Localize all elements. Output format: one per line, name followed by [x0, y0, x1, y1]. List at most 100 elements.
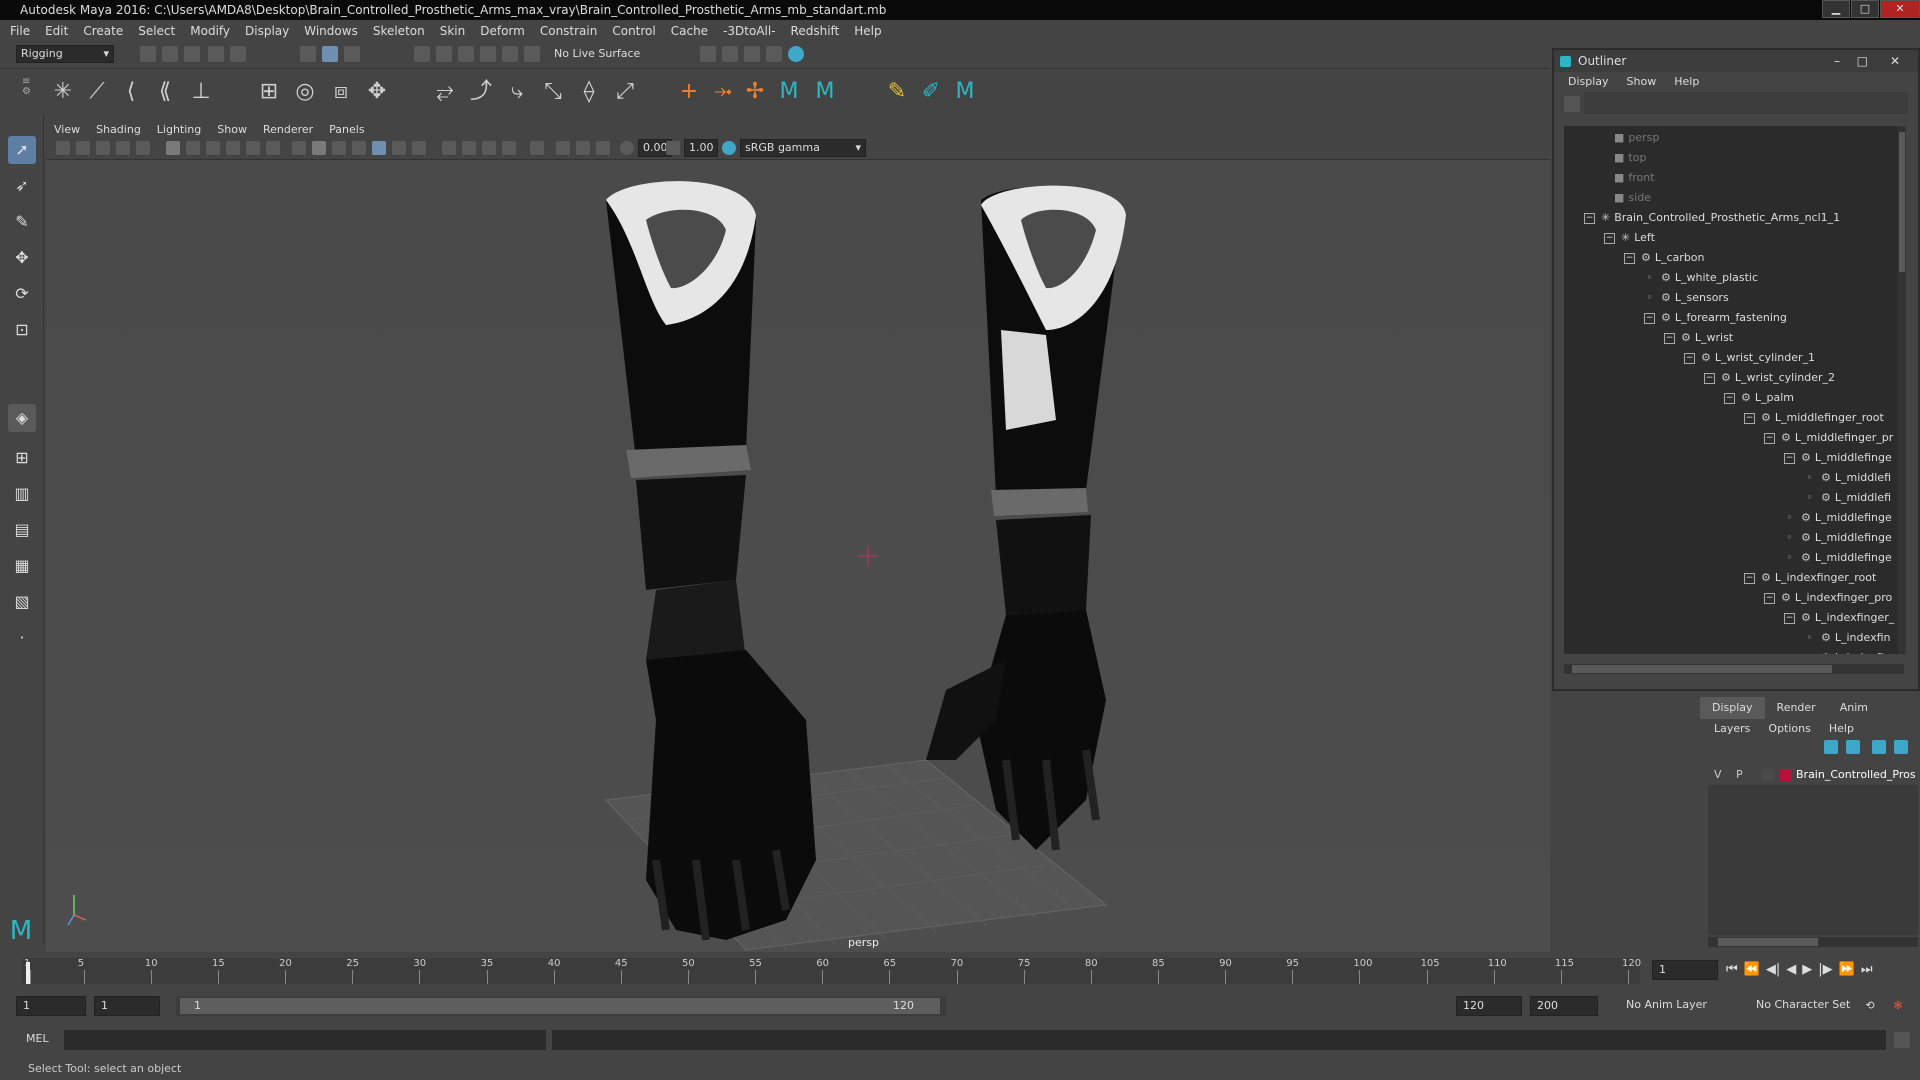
- snap-surface-icon[interactable]: [502, 46, 518, 62]
- exposure-icon[interactable]: [620, 141, 634, 155]
- playback-end-field[interactable]: 120: [1456, 996, 1522, 1016]
- gamma-field[interactable]: 1.00: [684, 139, 718, 157]
- move-layer-down-icon[interactable]: [1846, 740, 1860, 754]
- scale-constraint-icon[interactable]: ⤡: [540, 79, 566, 105]
- play-forwards-icon[interactable]: ▶: [1802, 962, 1812, 977]
- outliner-tree[interactable]: ■ persp ■ top ■ front ■ side − ✳ Brain_Controlled_…: [1564, 126, 1904, 654]
- time-slider[interactable]: 1510152025303540455055606570758085909510…: [0, 952, 1920, 988]
- menu-modify[interactable]: Modify: [190, 24, 230, 38]
- layer-hscrollbar[interactable]: [1708, 937, 1918, 947]
- isolate-select-icon[interactable]: [530, 141, 544, 155]
- outliner-item[interactable]: − ⚙ L_indexfinger_pro: [1764, 588, 1892, 608]
- camera-select-icon[interactable]: [56, 141, 70, 155]
- menu-redshift[interactable]: Redshift: [791, 24, 840, 38]
- layer-menu-help[interactable]: Help: [1829, 722, 1854, 735]
- image-plane-icon[interactable]: [116, 141, 130, 155]
- new-layer-selected-icon[interactable]: [1894, 740, 1908, 754]
- maya-m-icon-1[interactable]: M: [776, 79, 802, 105]
- auto-key-icon[interactable]: ⟲: [1862, 998, 1878, 1014]
- outliner-item[interactable]: ◦ ⚙ L_middlefi: [1804, 488, 1891, 508]
- outliner-item[interactable]: ■ front: [1608, 168, 1655, 188]
- use-all-lights-icon[interactable]: [392, 141, 406, 155]
- collapse-toggle-icon[interactable]: −: [1704, 372, 1715, 384]
- select-hierarchy-icon[interactable]: [300, 46, 316, 62]
- collapse-toggle-icon[interactable]: −: [1604, 232, 1615, 244]
- four-view-layout-icon[interactable]: ⊞: [8, 444, 36, 472]
- point-constraint-icon[interactable]: ⥂: [432, 79, 458, 105]
- menu-file[interactable]: File: [10, 24, 30, 38]
- field-chart-icon[interactable]: [246, 141, 260, 155]
- smooth-shade-icon[interactable]: [312, 141, 326, 155]
- minimize-icon[interactable]: –: [1834, 50, 1840, 72]
- outliner-item[interactable]: − ✳ Left: [1604, 228, 1655, 248]
- tab-display[interactable]: Display: [1700, 697, 1765, 719]
- create-joint-icon[interactable]: ✳: [50, 79, 76, 105]
- ik-spline-icon[interactable]: ⟨: [118, 79, 144, 105]
- xray-joints-icon[interactable]: [576, 141, 590, 155]
- outliner-item[interactable]: ◦ ⚙ L_middlefi: [1804, 468, 1891, 488]
- outliner-item[interactable]: − ⚙ L_palm: [1724, 388, 1794, 408]
- hypershade-icon[interactable]: [766, 46, 782, 62]
- outliner-search-input[interactable]: [1584, 92, 1908, 114]
- maya-m-icon-3[interactable]: M: [952, 79, 978, 105]
- viewport-persp[interactable]: persp: [46, 160, 1550, 952]
- menu-edit[interactable]: Edit: [45, 24, 68, 38]
- maximize-icon[interactable]: □: [1857, 50, 1868, 72]
- menu-control[interactable]: Control: [612, 24, 655, 38]
- snap-point-icon[interactable]: [458, 46, 474, 62]
- scale-tool-icon[interactable]: ⊡: [8, 316, 36, 344]
- outliner-item[interactable]: ◦ ⚙L_indexfin: [1804, 628, 1890, 648]
- cluster-icon[interactable]: ✥: [364, 79, 390, 105]
- render-view-icon[interactable]: [788, 46, 804, 62]
- lasso-tool-icon[interactable]: ➶: [8, 172, 36, 200]
- layer-reference-toggle[interactable]: [1762, 769, 1774, 781]
- play-backwards-icon[interactable]: ◀: [1786, 962, 1796, 977]
- collapse-toggle-icon[interactable]: −: [1584, 212, 1595, 224]
- viewport-menu-shading[interactable]: Shading: [96, 123, 141, 136]
- collapse-toggle-icon[interactable]: −: [1764, 432, 1775, 444]
- go-to-start-icon[interactable]: ⏮: [1726, 962, 1738, 977]
- outliner-item[interactable]: − ⚙ L_middlefinge: [1784, 448, 1892, 468]
- step-back-key-icon[interactable]: ⏪: [1744, 962, 1760, 977]
- locator-icon[interactable]: +: [676, 79, 702, 105]
- outliner-item[interactable]: ◦ ⚙ L_white_plastic: [1644, 268, 1758, 288]
- hypershade-layout-icon[interactable]: ▧: [8, 588, 36, 616]
- range-slider[interactable]: 1 120: [176, 996, 946, 1016]
- open-scene-icon[interactable]: [162, 46, 178, 62]
- grid-toggle-icon[interactable]: [166, 141, 180, 155]
- collapse-toggle-icon[interactable]: −: [1744, 572, 1755, 584]
- xray-components-icon[interactable]: [596, 141, 610, 155]
- preferences-icon[interactable]: ✻: [1890, 998, 1906, 1014]
- close-icon[interactable]: ✕: [1890, 50, 1900, 72]
- character-set-dropdown[interactable]: No Character Set: [1752, 997, 1870, 1015]
- maximize-button[interactable]: □: [1851, 0, 1879, 18]
- close-button[interactable]: ✕: [1880, 0, 1920, 18]
- anim-layer-dropdown[interactable]: No Anim Layer: [1622, 997, 1742, 1015]
- outliner-item[interactable]: − ⚙ L_wrist_cylinder_1: [1684, 348, 1815, 368]
- menu-constrain[interactable]: Constrain: [540, 24, 598, 38]
- film-gate-icon[interactable]: [186, 141, 200, 155]
- viewport-menu-show[interactable]: Show: [217, 123, 247, 136]
- outliner-item[interactable]: ■ top: [1608, 148, 1646, 168]
- textured-icon[interactable]: [372, 141, 386, 155]
- outliner-hscrollbar[interactable]: [1564, 664, 1904, 674]
- step-forward-key-icon[interactable]: ⏩: [1839, 962, 1855, 977]
- shadows-icon[interactable]: [412, 141, 426, 155]
- outliner-item[interactable]: − ⚙ L_indexfinger_: [1784, 608, 1894, 628]
- ambient-occlusion-icon[interactable]: [442, 141, 456, 155]
- save-scene-icon[interactable]: [184, 46, 200, 62]
- collapse-toggle-icon[interactable]: −: [1744, 412, 1755, 424]
- tab-render[interactable]: Render: [1765, 697, 1828, 719]
- depth-of-field-icon[interactable]: [502, 141, 516, 155]
- collapse-toggle-icon[interactable]: −: [1784, 452, 1795, 464]
- outliner-item[interactable]: ◦ ⚙ L_middlefinge: [1784, 508, 1891, 528]
- rotate-tool-icon[interactable]: ⟳: [8, 280, 36, 308]
- resolution-gate-icon[interactable]: [206, 141, 220, 155]
- collapse-toggle-icon[interactable]: −: [1684, 352, 1695, 364]
- pole-vector-icon[interactable]: ⤢: [612, 79, 638, 105]
- smooth-bind-icon[interactable]: ◎: [292, 79, 318, 105]
- motion-blur-icon[interactable]: [462, 141, 476, 155]
- menu-skin[interactable]: Skin: [440, 24, 466, 38]
- layer-row[interactable]: V P Brain_Controlled_Pros: [1708, 765, 1918, 785]
- viewport-menu-lighting[interactable]: Lighting: [157, 123, 201, 136]
